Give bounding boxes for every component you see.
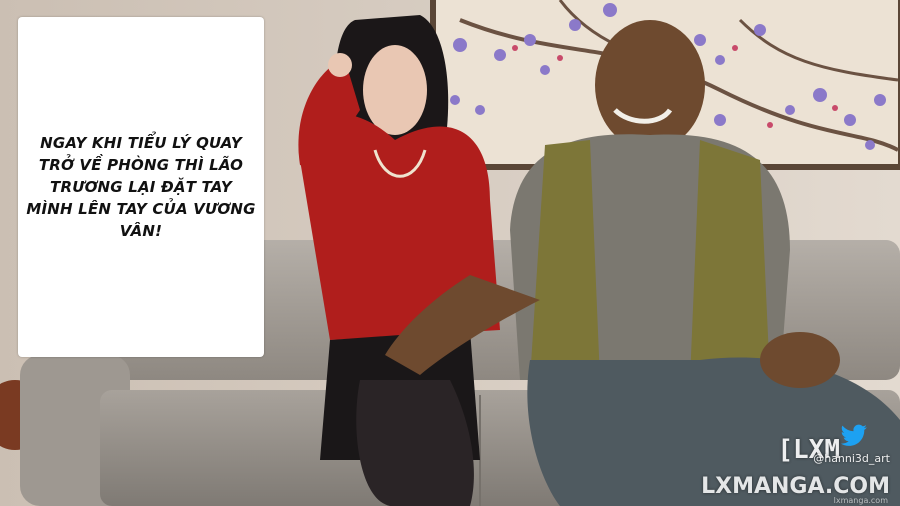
caption-box: Ngay khi Tiểu Lý quay trở về phòng thì L… — [18, 17, 264, 357]
watermark-small: lxmanga.com — [833, 496, 888, 505]
twitter-bird-icon — [840, 424, 867, 446]
caption-text: Ngay khi Tiểu Lý quay trở về phòng thì L… — [26, 134, 256, 240]
watermark-handle: @hanni3d_art — [813, 452, 890, 465]
